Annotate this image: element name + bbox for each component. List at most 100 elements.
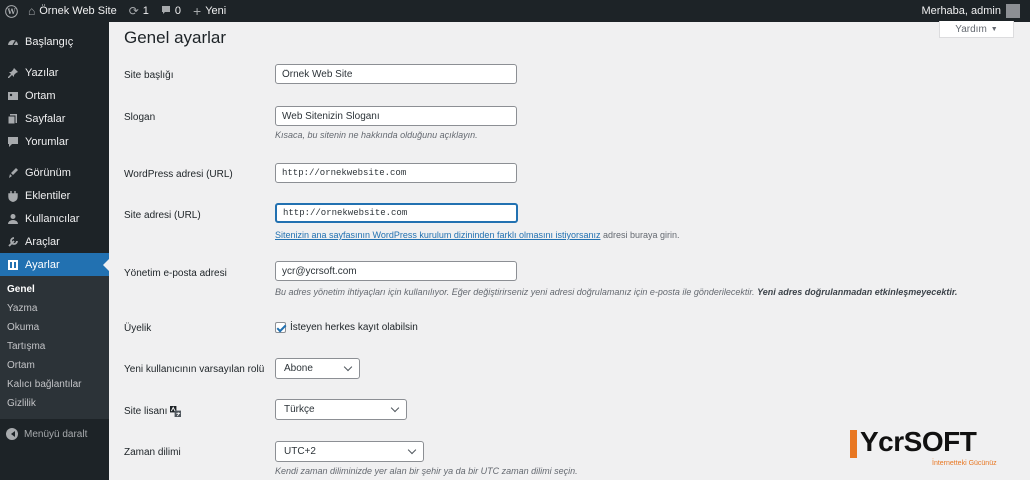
submenu-reading[interactable]: Okuma xyxy=(0,318,109,337)
site-language-value: Türkçe xyxy=(284,404,315,415)
caret-down-icon: ▼ xyxy=(990,25,998,33)
comments-count: 0 xyxy=(174,5,182,17)
menu-item-settings[interactable]: Ayarlar xyxy=(0,253,109,276)
comments-link[interactable]: 0 xyxy=(155,0,187,22)
svg-text:W: W xyxy=(6,7,16,16)
site-address-input[interactable] xyxy=(275,203,518,223)
collapse-arrow-icon xyxy=(6,428,18,440)
chevron-down-icon xyxy=(407,445,417,455)
menu-label: Eklentiler xyxy=(25,189,71,202)
site-name-label: Örnek Web Site xyxy=(39,5,117,17)
menu-item-appearance[interactable]: Görünüm xyxy=(0,161,109,184)
comment-icon xyxy=(161,5,171,18)
menu-label: Yazılar xyxy=(25,66,59,79)
wordpress-address-label: WordPress adresi (URL) xyxy=(124,169,233,180)
menu-item-posts[interactable]: Yazılar xyxy=(0,61,109,84)
membership-label: Üyelik xyxy=(124,323,152,334)
admin-sidebar: Başlangıç Yazılar Ortam Sayfalar Yorumla… xyxy=(0,22,109,480)
membership-checkbox[interactable] xyxy=(275,322,286,333)
tagline-description: Kısaca, bu sitenin ne hakkında olduğunu … xyxy=(275,130,478,140)
site-address-help-link[interactable]: Sitenizin ana sayfasının WordPress kurul… xyxy=(275,230,600,240)
logo-bar-mark xyxy=(850,430,857,458)
menu-item-media[interactable]: Ortam xyxy=(0,84,109,107)
site-name-link[interactable]: ⌂ Örnek Web Site xyxy=(22,0,123,22)
submenu-discussion[interactable]: Tartışma xyxy=(0,337,109,356)
pages-icon xyxy=(6,112,19,125)
timezone-value: UTC+2 xyxy=(284,446,316,457)
logo-tagline: İnternetteki Gücünüz xyxy=(932,460,997,467)
menu-label: Görünüm xyxy=(25,166,71,179)
menu-label: Yorumlar xyxy=(25,135,69,148)
updates-count: 1 xyxy=(142,5,149,17)
home-icon: ⌂ xyxy=(28,4,36,18)
membership-checkbox-row[interactable]: İsteyen herkes kayıt olabilsin xyxy=(275,322,418,333)
appearance-icon xyxy=(6,166,19,179)
wordpress-logo-icon[interactable]: W xyxy=(0,0,22,22)
submenu-privacy[interactable]: Gizlilik xyxy=(0,394,109,413)
timezone-select[interactable]: UTC+2 xyxy=(275,441,424,462)
default-role-select[interactable]: Abone xyxy=(275,358,360,379)
timezone-label: Zaman dilimi xyxy=(124,447,181,458)
menu-label: Sayfalar xyxy=(25,112,66,125)
site-title-input[interactable] xyxy=(275,64,517,84)
translation-icon xyxy=(170,406,182,417)
main-content: Yardım ▼ Genel ayarlar Site başlığı Slog… xyxy=(109,21,1030,480)
greeting-label: Merhaba, admin xyxy=(921,5,1002,17)
menu-item-comments[interactable]: Yorumlar xyxy=(0,130,109,153)
wordpress-address-input[interactable] xyxy=(275,163,517,183)
submenu-media[interactable]: Ortam xyxy=(0,356,109,375)
media-icon xyxy=(6,89,19,102)
tools-icon xyxy=(6,235,19,248)
menu-label: Ayarlar xyxy=(25,258,60,271)
menu-item-tools[interactable]: Araçlar xyxy=(0,230,109,253)
dashboard-icon xyxy=(6,35,19,48)
submenu-permalinks[interactable]: Kalıcı bağlantılar xyxy=(0,375,109,394)
admin-email-description-text: Bu adres yönetim ihtiyaçları için kullan… xyxy=(275,287,755,297)
my-account-link[interactable]: Merhaba, admin xyxy=(916,0,1030,22)
site-address-description: Sitenizin ana sayfasının WordPress kurul… xyxy=(275,230,680,240)
plugins-icon xyxy=(6,189,19,202)
tagline-input[interactable] xyxy=(275,106,517,126)
menu-item-dashboard[interactable]: Başlangıç xyxy=(0,30,109,53)
site-language-select[interactable]: Türkçe xyxy=(275,399,407,420)
admin-email-description-bold: Yeni adres doğrulanmadan etkinleşmeyecek… xyxy=(757,287,958,297)
admin-bar: W ⌂ Örnek Web Site ⟳ 1 0 + Yeni Merhaba,… xyxy=(0,0,1030,22)
help-tab-button[interactable]: Yardım ▼ xyxy=(939,21,1014,38)
menu-label: Başlangıç xyxy=(25,35,74,48)
menu-item-plugins[interactable]: Eklentiler xyxy=(0,184,109,207)
submenu-writing[interactable]: Yazma xyxy=(0,299,109,318)
new-content-link[interactable]: + Yeni xyxy=(187,0,232,22)
menu-item-users[interactable]: Kullanıcılar xyxy=(0,207,109,230)
admin-email-input[interactable] xyxy=(275,261,517,281)
collapse-menu-button[interactable]: Menüyü daralt xyxy=(0,419,109,449)
refresh-icon: ⟳ xyxy=(128,4,139,18)
users-icon xyxy=(6,212,19,225)
menu-label: Ortam xyxy=(25,89,56,102)
new-label: Yeni xyxy=(205,5,227,17)
timezone-description: Kendi zaman diliminizde yer alan bir şeh… xyxy=(275,466,578,476)
plus-icon: + xyxy=(193,3,202,19)
default-role-label: Yeni kullanıcının varsayılan rolü xyxy=(124,364,265,375)
settings-icon xyxy=(6,258,19,271)
admin-email-description: Bu adres yönetim ihtiyaçları için kullan… xyxy=(275,287,957,297)
site-title-label: Site başlığı xyxy=(124,70,174,81)
chevron-down-icon xyxy=(343,362,353,372)
updates-link[interactable]: ⟳ 1 xyxy=(123,0,155,22)
comments-icon xyxy=(6,135,19,148)
avatar xyxy=(1006,4,1020,18)
menu-item-pages[interactable]: Sayfalar xyxy=(0,107,109,130)
help-label: Yardım xyxy=(955,23,987,35)
menu-label: Araçlar xyxy=(25,235,60,248)
settings-submenu: Genel Yazma Okuma Tartışma Ortam Kalıcı … xyxy=(0,276,109,419)
default-role-value: Abone xyxy=(284,363,313,374)
site-address-label: Site adresi (URL) xyxy=(124,210,201,221)
site-address-description-suffix: adresi buraya girin. xyxy=(600,230,680,240)
menu-label: Kullanıcılar xyxy=(25,212,80,225)
site-language-label: Site lisanı xyxy=(124,406,182,417)
chevron-down-icon xyxy=(390,403,400,413)
membership-checkbox-label: İsteyen herkes kayıt olabilsin xyxy=(290,322,418,333)
tagline-label: Slogan xyxy=(124,112,156,123)
submenu-general[interactable]: Genel xyxy=(0,280,109,299)
page-title: Genel ayarlar xyxy=(124,28,227,47)
logo-brand-text: YcrSOFT xyxy=(860,426,977,457)
